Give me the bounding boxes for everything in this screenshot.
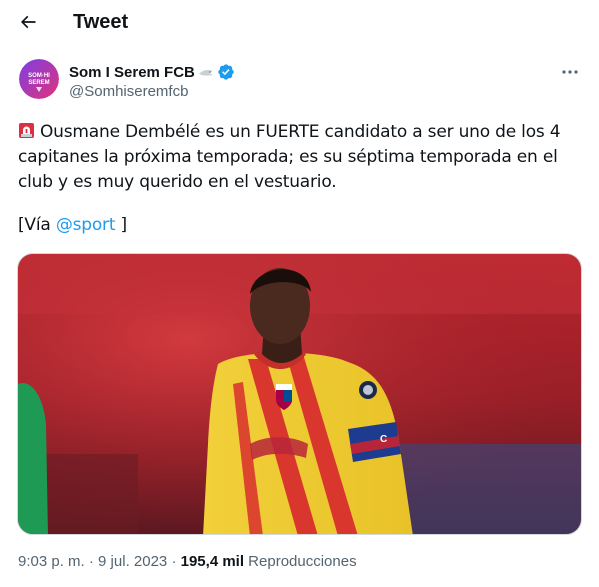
player-photo: C [18, 254, 581, 534]
meta-separator-2: · [167, 553, 181, 570]
tweet-header: Tweet [0, 0, 599, 50]
tweet-media-photo[interactable]: C [17, 253, 582, 535]
armband-letter: C [380, 434, 387, 445]
tweet-body: Ousmane Dembélé es un FUERTE candidato a… [18, 122, 561, 192]
author-display-name[interactable]: Som I Serem FCB [69, 64, 195, 81]
more-options-button[interactable] [558, 62, 582, 82]
author-name-row[interactable]: Som I Serem FCB [69, 63, 235, 81]
views-count: 195,4 mil [180, 553, 245, 570]
more-dots-icon [562, 70, 578, 74]
tweet-time[interactable]: 9:03 p. m. [18, 553, 85, 570]
svg-text:SOM·HI: SOM·HI [28, 73, 50, 79]
tweet-meta: 9:03 p. m. · 9 jul. 2023 · 195,4 mil Rep… [18, 553, 357, 570]
via-close: ] [115, 215, 128, 235]
page-title: Tweet [73, 11, 129, 33]
arrow-left-icon [20, 15, 36, 29]
siren-icon [19, 123, 34, 138]
verified-badge-icon [218, 64, 234, 80]
meta-separator: · [84, 553, 99, 570]
views-label: Reproducciones [244, 553, 357, 570]
bird-emoji-icon [198, 70, 213, 76]
tweet-date[interactable]: 9 jul. 2023 [98, 553, 167, 570]
mention-link[interactable]: @sport [56, 215, 116, 235]
author-handle[interactable]: @Somhiseremfcb [69, 83, 188, 100]
via-open: [Vía [18, 215, 56, 235]
via-line: [Vía @sport ] [18, 215, 127, 235]
svg-text:SEREM: SEREM [28, 80, 49, 86]
tweet-text: Ousmane Dembélé es un FUERTE candidato a… [18, 120, 578, 195]
back-button[interactable] [16, 10, 40, 34]
avatar[interactable]: SOM·HI SEREM [19, 59, 59, 99]
